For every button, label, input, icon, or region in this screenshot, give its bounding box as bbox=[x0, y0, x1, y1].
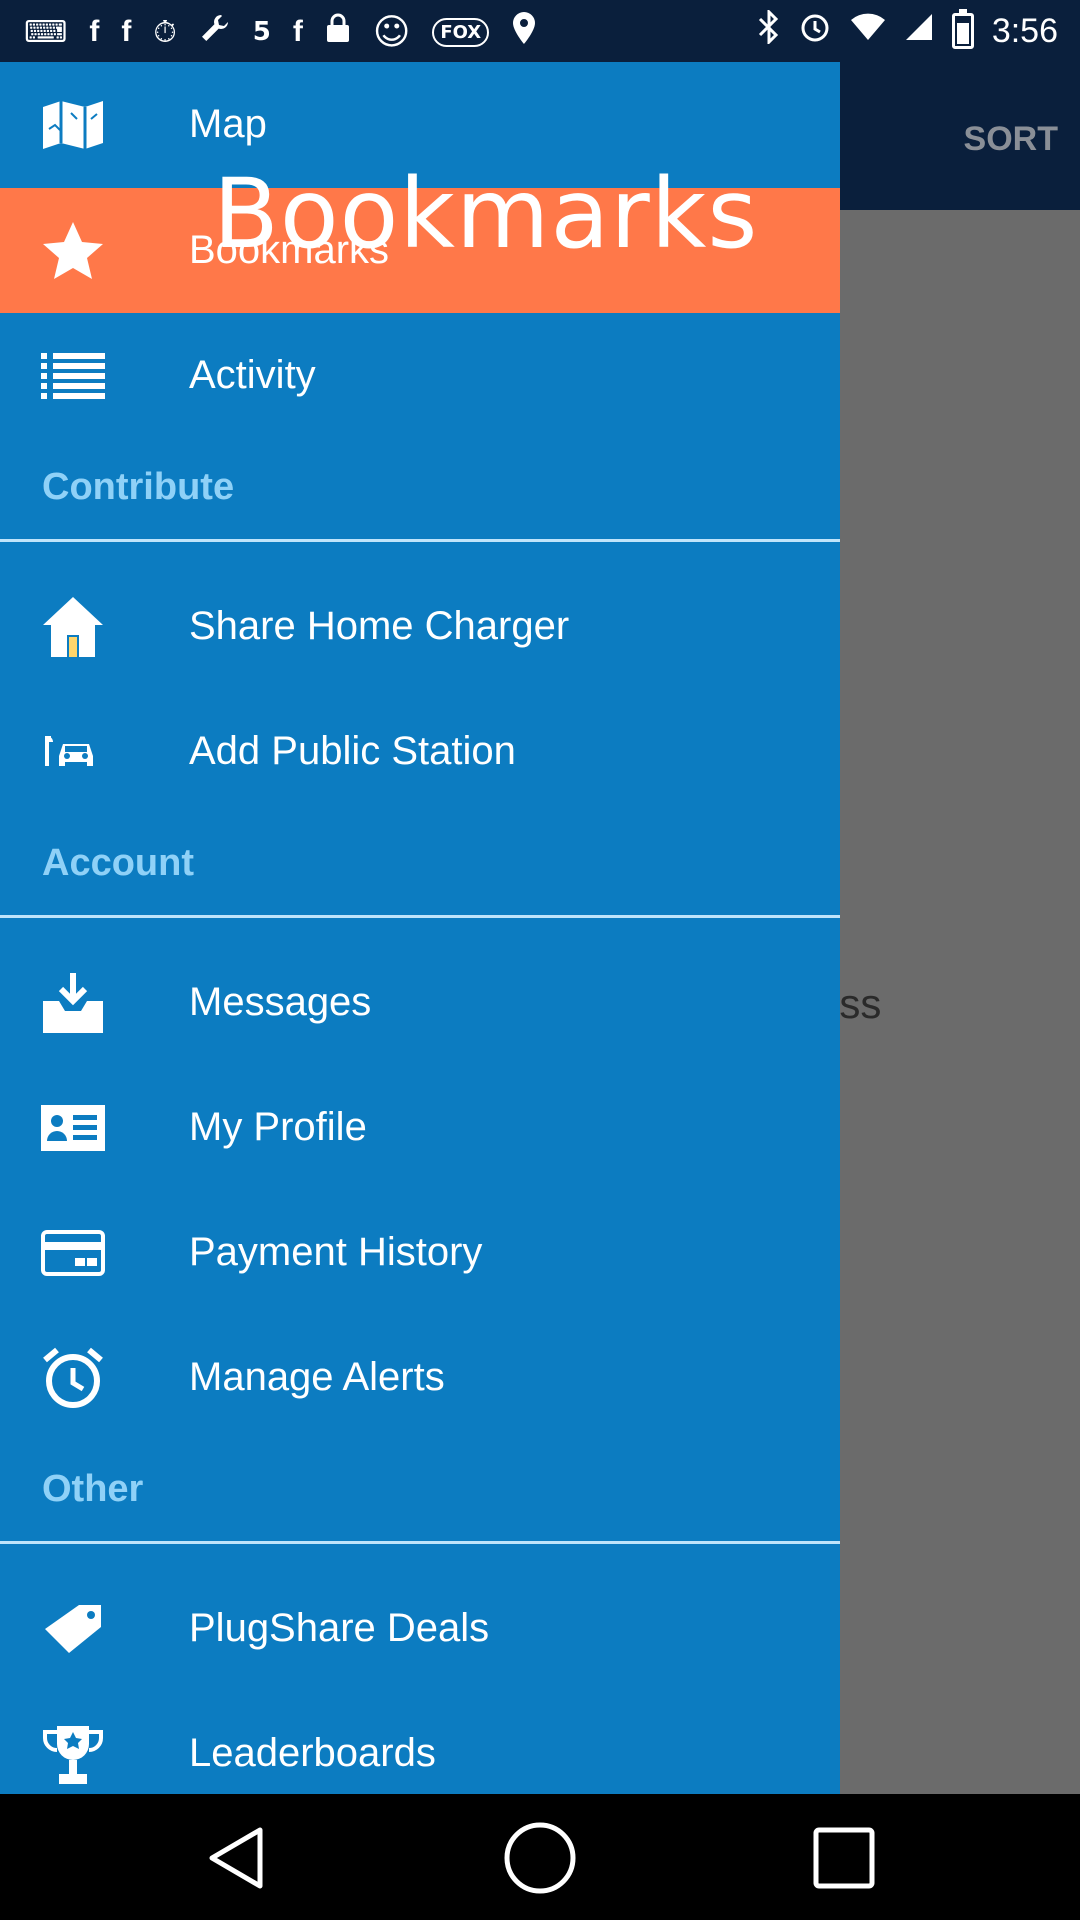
notification-icons: ⌨ f f ⏱ 5 f ☺ FOX bbox=[24, 10, 537, 54]
signal-icon bbox=[904, 12, 934, 50]
drawer-item-label: Leaderboards bbox=[189, 1731, 436, 1775]
drawer-item-label: PlugShare Deals bbox=[189, 1606, 490, 1650]
drawer-item-add-public-station[interactable]: Add Public Station bbox=[0, 689, 840, 814]
map-icon bbox=[40, 92, 106, 158]
section-divider bbox=[0, 1541, 840, 1544]
drawer-item-label: Payment History bbox=[189, 1230, 483, 1274]
alarm-icon bbox=[798, 10, 832, 52]
section-divider bbox=[0, 539, 840, 542]
home-icon[interactable] bbox=[500, 1820, 580, 1896]
channel5-icon: 5 bbox=[252, 17, 271, 47]
lock-icon bbox=[325, 12, 351, 52]
alarm-clock-icon bbox=[40, 1345, 106, 1411]
drawer-item-my-profile[interactable]: My Profile bbox=[0, 1065, 840, 1190]
status-bar: ⌨ f f ⏱ 5 f ☺ FOX 3:56 bbox=[0, 0, 1080, 62]
navigation-drawer: Map Bookmarks Activity Contribute Share … bbox=[0, 62, 840, 1794]
navigation-bar bbox=[0, 1794, 1080, 1920]
ev-station-icon bbox=[40, 719, 106, 785]
fox-sports-icon: FOX bbox=[432, 17, 490, 47]
drawer-item-plugshare-deals[interactable]: PlugShare Deals bbox=[0, 1566, 840, 1691]
facebook-icon: f bbox=[89, 15, 100, 48]
wifi-icon bbox=[850, 12, 886, 50]
keyboard-icon: ⌨ bbox=[24, 14, 68, 50]
status-time: 3:56 bbox=[991, 11, 1058, 50]
facebook-icon: f bbox=[121, 15, 132, 48]
drawer-item-label: Messages bbox=[189, 980, 372, 1024]
drawer-item-messages[interactable]: Messages bbox=[0, 940, 840, 1065]
facebook-icon: f bbox=[292, 15, 303, 48]
drawer-item-label: Activity bbox=[189, 353, 316, 397]
home-icon bbox=[40, 594, 106, 660]
timer-icon: ⏱ bbox=[153, 14, 177, 50]
recents-icon[interactable] bbox=[804, 1820, 884, 1896]
section-header-contribute: Contribute bbox=[42, 466, 235, 508]
credit-card-icon bbox=[40, 1220, 106, 1286]
drawer-item-share-home-charger[interactable]: Share Home Charger bbox=[0, 564, 840, 689]
drawer-item-label: Share Home Charger bbox=[189, 604, 570, 648]
drawer-item-label: Add Public Station bbox=[189, 729, 516, 773]
bluetooth-icon bbox=[758, 8, 780, 52]
profile-card-icon bbox=[40, 1095, 106, 1161]
location-icon bbox=[511, 11, 537, 53]
smiley-icon: ☺ bbox=[372, 11, 411, 53]
drawer-item-leaderboards[interactable]: Leaderboards bbox=[0, 1691, 840, 1794]
drawer-item-activity[interactable]: Activity bbox=[0, 313, 840, 438]
section-header-account: Account bbox=[42, 842, 194, 884]
drawer-item-payment-history[interactable]: Payment History bbox=[0, 1190, 840, 1315]
drawer-item-manage-alerts[interactable]: Manage Alerts bbox=[0, 1315, 840, 1440]
trophy-icon bbox=[40, 1721, 106, 1787]
star-icon bbox=[40, 218, 106, 284]
drawer-item-label: My Profile bbox=[189, 1105, 367, 1149]
section-header-other: Other bbox=[42, 1468, 144, 1510]
battery-icon bbox=[951, 9, 974, 49]
system-icons: 3:56 bbox=[758, 8, 1058, 54]
back-icon[interactable] bbox=[196, 1820, 276, 1896]
drawer-item-label: Manage Alerts bbox=[189, 1355, 445, 1399]
tag-icon bbox=[40, 1596, 106, 1662]
overlay-page-title: Bookmarks bbox=[213, 158, 759, 270]
section-divider bbox=[0, 915, 840, 918]
inbox-download-icon bbox=[40, 970, 106, 1036]
sort-button[interactable]: SORT bbox=[964, 120, 1058, 159]
wrench-icon bbox=[199, 12, 231, 52]
list-icon bbox=[40, 343, 106, 409]
